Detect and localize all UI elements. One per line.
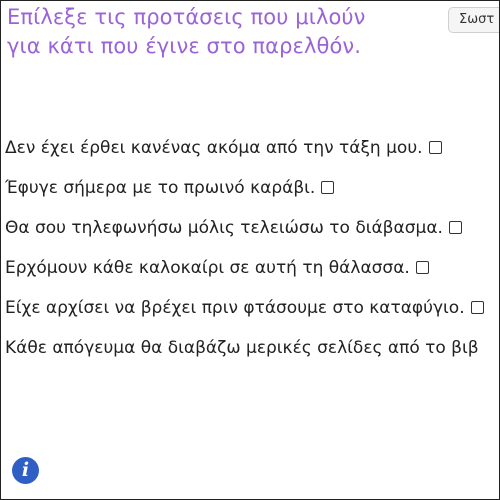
sentence-text: Κάθε απόγευμα θα διαβάζω μερικές σελίδες…	[5, 337, 479, 358]
instruction-line-2: για κάτι που έγινε στο παρελθόν.	[7, 34, 362, 58]
sentence-row-5[interactable]: Είχε αρχίσει να βρέχει πριν φτάσουμε στο…	[5, 292, 499, 323]
sentence-checkbox[interactable]	[448, 221, 462, 234]
instruction-title: Επίλεξε τις προτάσεις που μιλούν για κάτ…	[7, 3, 447, 61]
check-answers-button[interactable]: Σωστ	[448, 7, 499, 33]
sentence-row-4[interactable]: Ερχόμουν κάθε καλοκαίρι σε αυτή τη θάλασ…	[5, 252, 499, 283]
instruction-line-1: Επίλεξε τις προτάσεις που μιλούν	[7, 5, 366, 29]
sentence-text: Θα σου τηλεφωνήσω μόλις τελειώσω το διάβ…	[5, 217, 443, 238]
sentence-checkbox[interactable]	[470, 301, 484, 314]
sentence-row-6[interactable]: Κάθε απόγευμα θα διαβάζω μερικές σελίδες…	[5, 332, 499, 363]
sentence-checkbox[interactable]	[321, 181, 335, 194]
sentence-text: Ερχόμουν κάθε καλοκαίρι σε αυτή τη θάλασ…	[5, 257, 410, 278]
info-icon[interactable]: i	[12, 457, 39, 484]
sentence-text: Δεν έχει έρθει κανένας ακόμα από την τάξ…	[5, 137, 423, 158]
sentence-row-2[interactable]: Έφυγε σήμερα με το πρωινό καράβι.	[5, 172, 499, 203]
sentence-checkbox[interactable]	[428, 141, 442, 154]
sentence-row-1[interactable]: Δεν έχει έρθει κανένας ακόμα από την τάξ…	[5, 132, 499, 163]
sentence-text: Έφυγε σήμερα με το πρωινό καράβι.	[5, 177, 316, 198]
sentence-row-3[interactable]: Θα σου τηλεφωνήσω μόλις τελειώσω το διάβ…	[5, 212, 499, 243]
sentence-text: Είχε αρχίσει να βρέχει πριν φτάσουμε στο…	[5, 297, 465, 318]
sentence-list: Δεν έχει έρθει κανένας ακόμα από την τάξ…	[5, 132, 499, 363]
exercise-frame: Επίλεξε τις προτάσεις που μιλούν για κάτ…	[0, 0, 500, 500]
sentence-checkbox[interactable]	[415, 261, 429, 274]
